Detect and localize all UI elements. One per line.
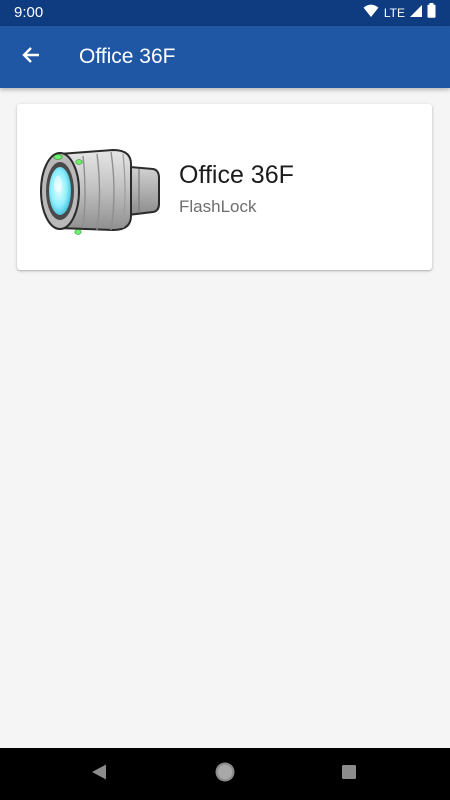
lock-card[interactable]: Office 36F FlashLock — [17, 104, 432, 270]
battery-icon — [427, 3, 436, 23]
status-icons: LTE — [363, 3, 436, 23]
wifi-icon — [363, 4, 379, 23]
cellular-signal-icon — [409, 4, 423, 23]
back-button[interactable] — [12, 38, 50, 76]
system-nav-bar — [0, 748, 450, 800]
status-time: 9:00 — [14, 4, 44, 21]
nav-recents-button[interactable] — [335, 760, 363, 788]
lock-type: FlashLock — [179, 197, 257, 216]
nav-recents-icon — [340, 763, 358, 786]
arrow-back-icon — [21, 45, 41, 70]
nav-back-button[interactable] — [85, 760, 113, 788]
page-title: Office 36F — [79, 45, 176, 68]
nav-home-button[interactable] — [211, 760, 239, 788]
nav-home-icon — [214, 761, 236, 788]
flashlock-cylinder-icon — [39, 144, 161, 238]
status-bar: 9:00 LTE — [0, 0, 450, 26]
app-bar: Office 36F — [0, 26, 450, 88]
nav-back-icon — [90, 763, 108, 786]
main-content: Office 36F FlashLock — [0, 88, 450, 748]
network-type-label: LTE — [383, 6, 405, 20]
lock-name: Office 36F — [179, 161, 294, 189]
